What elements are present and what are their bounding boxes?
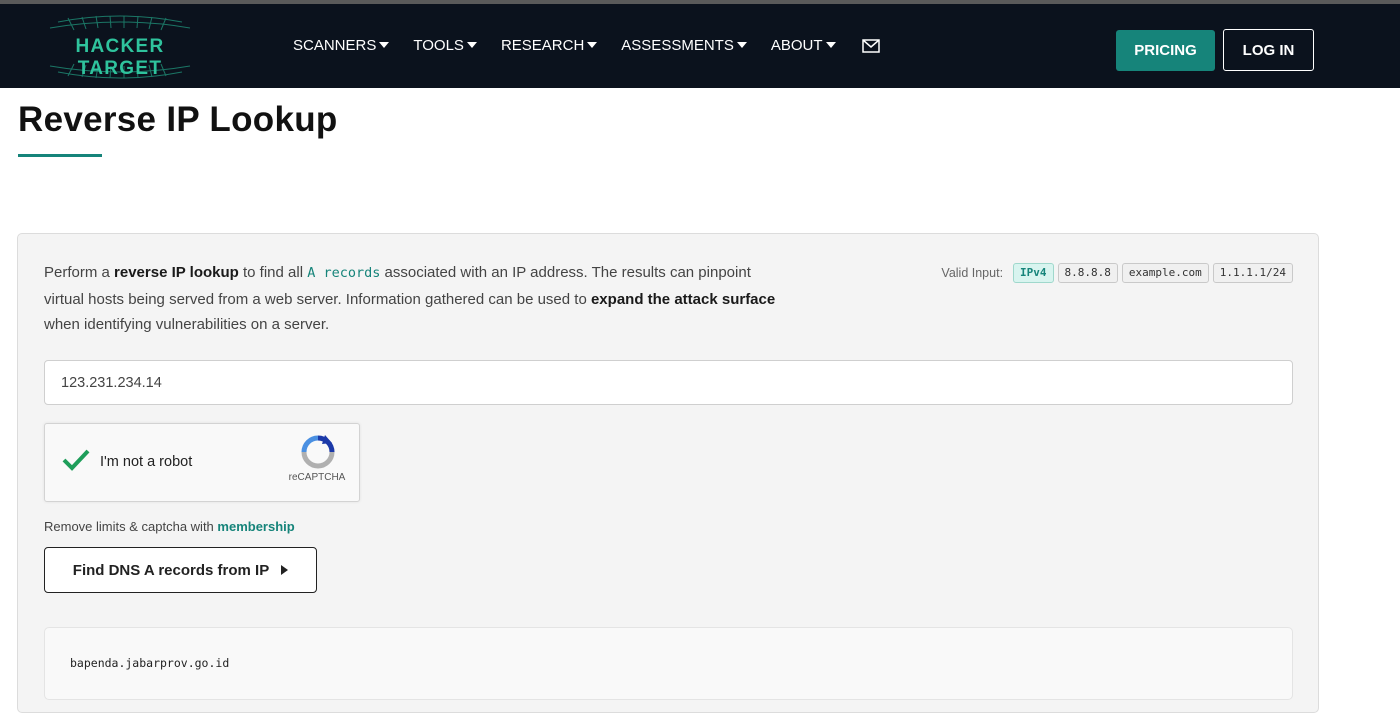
description-code: A records [307, 265, 381, 281]
valid-input-tag[interactable]: example.com [1121, 263, 1209, 283]
recaptcha-label: I'm not a robot [100, 454, 193, 470]
description-bold: reverse IP lookup [114, 264, 239, 281]
recaptcha-widget: I'm not a robot reCAPTCHA [44, 423, 360, 502]
find-dns-a-records-button[interactable]: Find DNS A records from IP [44, 547, 317, 593]
caret-down-icon [825, 41, 836, 48]
nav-about[interactable]: ABOUT [771, 37, 836, 54]
nav-tools[interactable]: TOOLS [413, 37, 477, 54]
recaptcha-brand: reCAPTCHA [288, 472, 346, 483]
tool-card: Perform a reverse IP lookup to find all … [17, 233, 1319, 713]
nav-research[interactable]: RESEARCH [500, 37, 598, 54]
valid-input-tag[interactable]: 1.1.1.1/24 [1212, 263, 1293, 283]
membership-note: Remove limits & captcha with membership [44, 519, 295, 534]
results-panel: bapenda.jabarprov.go.id [44, 627, 1293, 700]
nav-about-label: ABOUT [770, 37, 823, 54]
title-underline [18, 154, 102, 157]
nav-tools-label: TOOLS [413, 37, 464, 54]
description-text: to find all [238, 264, 308, 281]
nav-scanners-label: SCANNERS [293, 37, 377, 54]
valid-input-tag[interactable]: 8.8.8.8 [1057, 263, 1118, 283]
logo-text: HACKER TARGET [75, 36, 165, 79]
membership-text: Remove limits & captcha with [44, 519, 218, 534]
login-button[interactable]: LOG IN [1223, 29, 1314, 71]
pricing-button[interactable]: PRICING [1116, 30, 1215, 71]
page-title: Reverse IP Lookup [18, 100, 338, 139]
description-bold: expand the attack surface [590, 290, 776, 308]
valid-input-examples: Valid Input: IPv4 8.8.8.8 example.com 1.… [941, 263, 1293, 283]
nav-assessments[interactable]: ASSESSMENTS [621, 37, 747, 54]
caret-down-icon [587, 41, 598, 48]
caret-down-icon [736, 41, 747, 48]
envelope-icon[interactable] [861, 38, 880, 53]
nav-assessments-label: ASSESSMENTS [621, 37, 734, 54]
nav-research-label: RESEARCH [500, 37, 585, 54]
valid-input-label: Valid Input: [941, 266, 1004, 280]
description-text: Perform a [44, 264, 115, 281]
checkmark-icon[interactable] [61, 448, 91, 472]
main-nav: SCANNERS TOOLS RESEARCH ASSESSMENTS ABOU… [293, 37, 880, 54]
caret-down-icon [379, 41, 390, 48]
ip-address-input[interactable] [44, 360, 1293, 405]
description-text: when identifying vulnerabilities on a se… [44, 316, 330, 333]
play-icon [281, 565, 289, 575]
navbar: HACKER TARGET SCANNERS TOOLS RESEARCH AS… [0, 4, 1400, 88]
result-hostname: bapenda.jabarprov.go.id [70, 656, 230, 670]
hacker-target-logo[interactable]: HACKER TARGET [38, 14, 202, 80]
nav-scanners[interactable]: SCANNERS [293, 37, 390, 54]
find-button-label: Find DNS A records from IP [72, 561, 270, 579]
valid-input-tag[interactable]: IPv4 [1013, 263, 1054, 283]
tool-description: Perform a reverse IP lookup to find all … [44, 260, 784, 338]
membership-link[interactable]: membership [217, 519, 294, 534]
caret-down-icon [466, 41, 477, 48]
recaptcha-logo-icon [301, 435, 335, 469]
